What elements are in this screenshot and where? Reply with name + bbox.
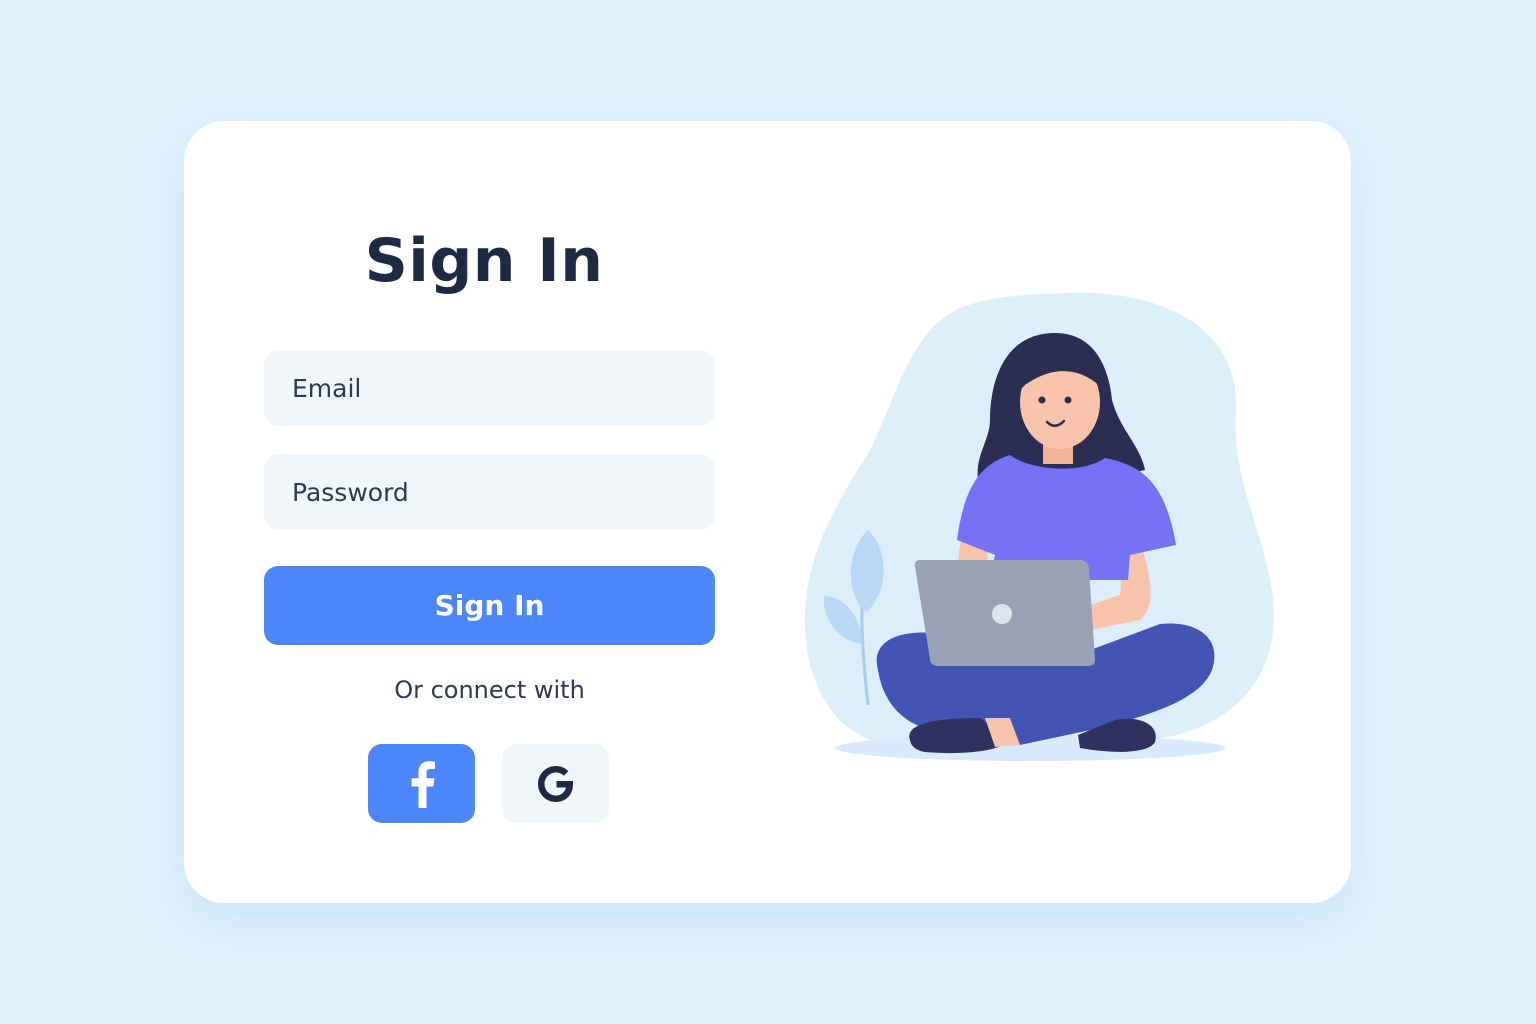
- laptop-logo: [992, 604, 1012, 624]
- eye: [1038, 396, 1046, 404]
- sign-in-button[interactable]: Sign In: [264, 566, 715, 645]
- woman-with-laptop-illustration: [804, 292, 1274, 761]
- email-field[interactable]: [264, 350, 715, 426]
- eye: [1064, 396, 1072, 404]
- page-title: Sign In: [364, 226, 604, 296]
- google-icon: [537, 765, 573, 802]
- password-field[interactable]: [264, 454, 715, 530]
- google-button[interactable]: [502, 744, 609, 823]
- connect-with-label: Or connect with: [394, 676, 585, 704]
- facebook-button[interactable]: [368, 744, 475, 823]
- facebook-icon: [411, 760, 435, 808]
